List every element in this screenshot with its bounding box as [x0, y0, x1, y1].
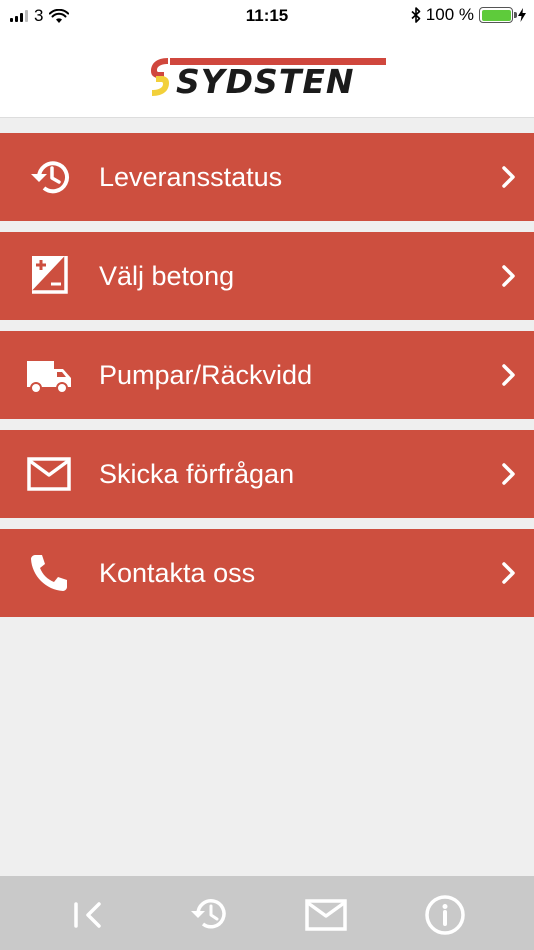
chevron-right-icon — [502, 265, 515, 287]
menu-item-label: Leveransstatus — [99, 162, 283, 192]
menu-item-kontakta-oss[interactable]: Kontakta oss — [0, 529, 534, 617]
menu-item-skicka-forfragan[interactable]: Skicka förfrågan — [0, 430, 534, 518]
envelope-icon — [27, 457, 71, 491]
menu-item-leveransstatus[interactable]: Leveransstatus — [0, 133, 534, 221]
truck-icon — [27, 361, 71, 394]
menu-item-label: Skicka förfrågan — [99, 459, 295, 489]
app-header: SYDSTEN — [0, 32, 534, 118]
logo-text: SYDSTEN — [176, 62, 355, 101]
exposure-plus-minus-icon — [31, 255, 68, 294]
main-menu: Leveransstatus Välj betong Pumpar/Räckvi… — [0, 133, 534, 628]
tab-history[interactable] — [186, 893, 230, 937]
chevron-right-icon — [502, 562, 515, 584]
tab-info[interactable] — [423, 893, 467, 937]
battery-icon — [479, 7, 517, 23]
back-to-start-icon — [74, 902, 101, 928]
menu-item-valj-betong[interactable]: Välj betong — [0, 232, 534, 320]
sydsten-logo: SYDSTEN — [146, 54, 388, 102]
status-bar: 3 11:15 100 % — [0, 0, 534, 32]
info-icon — [425, 895, 465, 935]
envelope-icon — [305, 899, 347, 931]
tab-back-to-start[interactable] — [66, 893, 110, 937]
history-icon — [31, 161, 69, 194]
logo-mark — [151, 58, 169, 96]
tab-message[interactable] — [304, 893, 348, 937]
bottom-tab-bar — [0, 876, 534, 950]
chevron-right-icon — [502, 364, 515, 386]
menu-item-label: Kontakta oss — [99, 558, 256, 588]
menu-item-label: Välj betong — [99, 261, 235, 291]
chevron-right-icon — [502, 166, 515, 188]
history-icon — [191, 899, 226, 929]
battery-level — [481, 9, 511, 21]
bluetooth-icon — [411, 7, 421, 23]
menu-item-pumpar-rackvidd[interactable]: Pumpar/Räckvidd — [0, 331, 534, 419]
chevron-right-icon — [502, 463, 515, 485]
phone-icon — [31, 555, 67, 591]
menu-item-label: Pumpar/Räckvidd — [99, 360, 313, 390]
status-right: 100 % — [411, 5, 526, 25]
charging-bolt-icon — [518, 8, 526, 22]
battery-percent: 100 % — [425, 5, 474, 24]
